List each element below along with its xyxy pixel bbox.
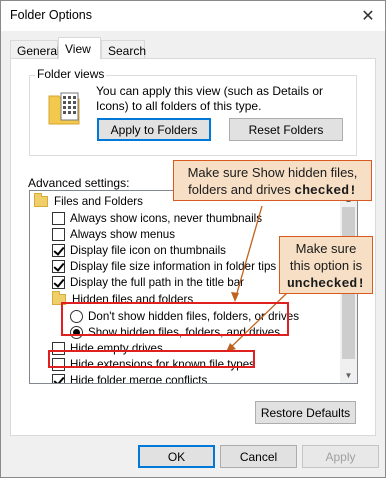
tab-view[interactable]: View <box>58 37 101 60</box>
callout-show-hidden-checked: Make sure Show hidden files, folders and… <box>173 160 372 201</box>
callout-emphasis: unchecked! <box>280 274 372 292</box>
cancel-button[interactable]: Cancel <box>220 445 297 468</box>
ok-button[interactable]: OK <box>138 445 215 468</box>
option-label: Hide folder merge conflicts <box>70 373 208 384</box>
checkbox[interactable] <box>52 211 65 225</box>
checkbox[interactable] <box>52 227 65 241</box>
callout-line: Make sure Show hidden files, <box>187 165 358 180</box>
advanced-settings-label: Advanced settings: <box>28 176 130 190</box>
callout-line: this option is <box>289 258 363 273</box>
checkbox-checked[interactable] <box>52 373 65 383</box>
reset-folders-button[interactable]: Reset Folders <box>229 118 343 141</box>
highlight-hidden-files-options <box>61 302 289 336</box>
folder-icon <box>34 192 48 207</box>
option-label: Display file size information in folder … <box>70 259 277 273</box>
restore-defaults-button[interactable]: Restore Defaults <box>255 401 356 424</box>
callout-text: folders and drives <box>188 182 291 197</box>
callout-emphasis: checked! <box>294 183 357 198</box>
callout-line: folders and drives checked! <box>174 181 371 199</box>
callout-hide-extensions-unchecked: Make sure this option is unchecked! <box>279 236 373 294</box>
apply-to-folders-button[interactable]: Apply to Folders <box>97 118 211 141</box>
tab-general[interactable]: General <box>10 40 60 60</box>
callout-emphasis-text: unchecked! <box>286 276 365 291</box>
tree-item-label: Files and Folders <box>54 194 143 208</box>
callout-line: Make sure <box>295 241 357 256</box>
folder-grid-icon <box>48 92 80 125</box>
scroll-down-icon[interactable]: ▼ <box>340 367 357 383</box>
option-label: Always show icons, never thumbnails <box>70 211 263 225</box>
option-hide-merge-conflicts[interactable]: Hide folder merge conflicts <box>52 372 208 384</box>
folder-views-legend: Folder views <box>35 67 107 81</box>
option-display-file-icon[interactable]: Display file icon on thumbnails <box>52 242 226 258</box>
checkbox-checked[interactable] <box>52 275 65 289</box>
option-label: Display file icon on thumbnails <box>70 243 226 257</box>
folder-views-description: You can apply this view (such as Details… <box>96 84 324 113</box>
close-icon[interactable]: ✕ <box>352 1 384 30</box>
tab-search[interactable]: Search <box>101 40 146 60</box>
apply-button: Apply <box>302 445 379 468</box>
option-always-show-icons[interactable]: Always show icons, never thumbnails <box>52 210 262 226</box>
option-label: Display the full path in the title bar <box>70 275 245 289</box>
option-display-full-path[interactable]: Display the full path in the title bar <box>52 274 244 290</box>
option-always-show-menus[interactable]: Always show menus <box>52 226 175 242</box>
tree-folder-files-and-folders: Files and Folders <box>34 192 143 209</box>
checkbox-checked[interactable] <box>52 259 65 273</box>
checkbox-checked[interactable] <box>52 243 65 257</box>
option-label: Always show menus <box>70 227 176 241</box>
option-display-file-size[interactable]: Display file size information in folder … <box>52 258 276 274</box>
window-title: Folder Options <box>10 8 92 22</box>
highlight-hide-extensions <box>48 350 255 368</box>
